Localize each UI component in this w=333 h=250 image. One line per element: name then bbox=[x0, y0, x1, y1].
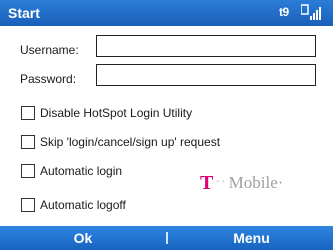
tmobile-logo-t: T bbox=[200, 172, 214, 194]
username-label: Username: bbox=[20, 43, 79, 57]
status-icons: t9 bbox=[279, 3, 327, 23]
option-automatic-logoff[interactable]: Automatic logoff bbox=[21, 197, 126, 213]
tmobile-logo: T ·· Mobile· bbox=[200, 173, 283, 193]
automatic-logoff-checkbox[interactable] bbox=[21, 198, 35, 212]
option-skip-request[interactable]: Skip 'login/cancel/sign up' request bbox=[21, 134, 220, 150]
option-automatic-login[interactable]: Automatic login bbox=[21, 163, 122, 179]
option-label: Disable HotSpot Login Utility bbox=[40, 106, 193, 120]
window-title: Start bbox=[8, 5, 40, 21]
softkey-divider bbox=[166, 232, 168, 244]
title-bar: Start t9 bbox=[0, 0, 333, 26]
automatic-login-checkbox[interactable] bbox=[21, 164, 35, 178]
option-label: Skip 'login/cancel/sign up' request bbox=[40, 135, 221, 149]
data-connection-icon: t9 bbox=[279, 5, 289, 19]
menu-softkey[interactable]: Menu bbox=[170, 226, 333, 250]
login-settings-panel: Username: Password: Disable HotSpot Logi… bbox=[0, 26, 333, 226]
option-disable-hotspot[interactable]: Disable HotSpot Login Utility bbox=[21, 105, 192, 121]
tmobile-logo-word: Mobile· bbox=[228, 173, 284, 192]
disable-hotspot-checkbox[interactable] bbox=[21, 106, 35, 120]
option-label: Automatic login bbox=[40, 164, 123, 178]
tmobile-logo-dots: ·· bbox=[215, 175, 227, 190]
option-label: Automatic logoff bbox=[40, 198, 126, 212]
username-field[interactable] bbox=[96, 35, 316, 57]
password-label: Password: bbox=[20, 72, 77, 86]
ok-softkey[interactable]: Ok bbox=[0, 226, 166, 250]
signal-strength-icon bbox=[301, 4, 321, 20]
softkey-bar: Ok Menu bbox=[0, 226, 333, 250]
password-field[interactable] bbox=[96, 64, 316, 86]
skip-request-checkbox[interactable] bbox=[21, 135, 35, 149]
